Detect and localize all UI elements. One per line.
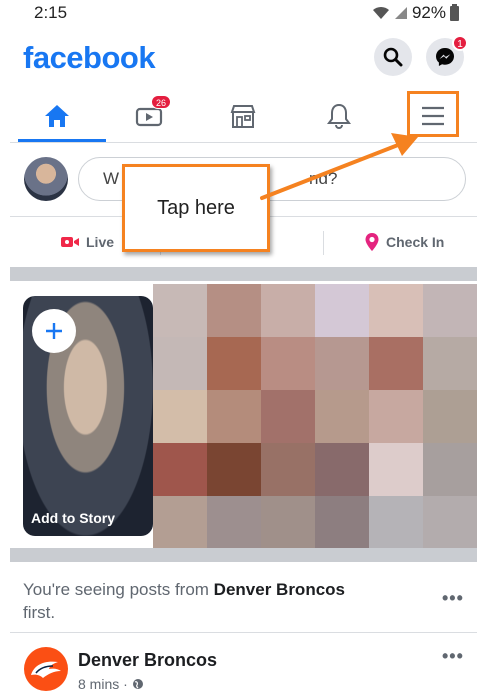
menu-highlight-box xyxy=(407,91,459,137)
composer-placeholder-start: W xyxy=(103,169,120,188)
tabs-divider xyxy=(10,142,477,143)
post-more-icon[interactable]: ••• xyxy=(442,646,464,667)
search-icon xyxy=(383,47,403,67)
checkin-icon xyxy=(365,233,379,251)
stories-pixelated-area xyxy=(153,284,477,549)
checkin-button[interactable]: Check In xyxy=(364,217,444,267)
tab-watch[interactable]: 26 xyxy=(110,92,188,140)
post-meta: 8 mins · xyxy=(78,676,144,692)
checkin-label: Check In xyxy=(386,234,445,250)
live-icon xyxy=(61,237,79,247)
status-right: 92% xyxy=(372,3,459,23)
add-to-story-card[interactable]: Add to Story xyxy=(23,296,153,536)
status-time: 2:15 xyxy=(34,3,68,22)
notice-prefix: You're seeing posts from xyxy=(23,580,214,599)
section-divider xyxy=(10,548,477,562)
bell-icon xyxy=(327,103,351,129)
feed-preference-notice: You're seeing posts from Denver Broncos … xyxy=(23,578,423,624)
battery-percent: 92% xyxy=(411,3,446,22)
broncos-avatar[interactable] xyxy=(24,647,68,691)
messenger-badge: 1 xyxy=(452,35,468,51)
tab-home[interactable] xyxy=(18,92,106,142)
home-icon xyxy=(45,105,69,127)
composer-placeholder-end: nd? xyxy=(309,169,338,188)
user-avatar[interactable] xyxy=(24,157,68,201)
battery-icon xyxy=(450,3,459,21)
tab-notifications[interactable] xyxy=(300,92,378,140)
marketplace-icon xyxy=(230,105,256,128)
more-icon[interactable]: ••• xyxy=(442,588,464,609)
status-bar: 2:15 92% xyxy=(10,0,477,28)
tab-marketplace[interactable] xyxy=(204,92,282,140)
post-time[interactable]: 8 mins · xyxy=(78,676,128,692)
app-screen: 2:15 92% facebook 1 26 W nd? Live Check … xyxy=(10,0,477,700)
search-button[interactable] xyxy=(374,38,412,76)
wifi-icon xyxy=(372,6,389,19)
notice-suffix: first. xyxy=(23,603,56,622)
facebook-logo[interactable]: facebook xyxy=(23,40,156,76)
add-story-button[interactable] xyxy=(32,309,76,353)
live-label: Live xyxy=(86,234,115,250)
notice-page-name[interactable]: Denver Broncos xyxy=(214,580,345,599)
post-page-name[interactable]: Denver Broncos xyxy=(78,650,217,671)
live-button[interactable]: Live xyxy=(60,217,114,267)
tap-here-callout: Tap here xyxy=(122,164,270,252)
signal-icon xyxy=(394,7,407,19)
section-divider xyxy=(10,267,477,281)
plus-icon xyxy=(46,323,62,339)
action-divider xyxy=(323,231,324,255)
watch-badge: 26 xyxy=(151,95,172,109)
add-to-story-label: Add to Story xyxy=(31,510,115,526)
broncos-logo-icon xyxy=(31,661,61,678)
globe-icon xyxy=(132,679,143,689)
notice-divider xyxy=(10,632,477,633)
messenger-button[interactable]: 1 xyxy=(426,35,468,76)
messenger-icon xyxy=(436,48,454,66)
